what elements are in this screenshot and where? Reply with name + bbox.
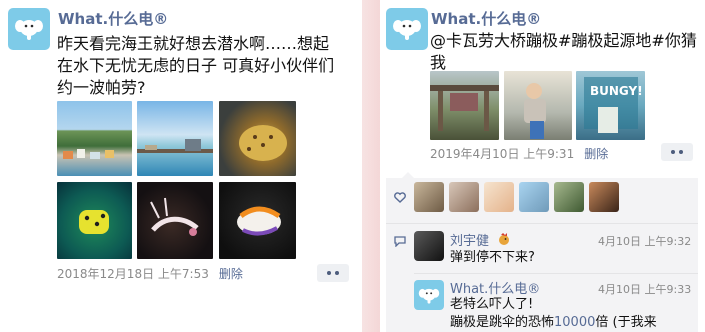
heart-icon bbox=[394, 192, 406, 203]
island-town-thumb bbox=[63, 149, 114, 159]
post-meta: 2019年4月10日 上午9:31 删除 bbox=[430, 145, 608, 162]
comment-avatar[interactable] bbox=[414, 231, 444, 261]
comment-avatar[interactable] bbox=[414, 280, 444, 310]
like-avatar[interactable] bbox=[554, 182, 584, 212]
avatar[interactable] bbox=[8, 8, 50, 50]
comment-text-line2: 蹦极是跳伞的恐怖10000倍 (于我来 bbox=[450, 313, 657, 332]
username[interactable]: What.什么电® bbox=[431, 8, 541, 29]
post-timestamp: 2019年4月10日 上午9:31 bbox=[430, 147, 575, 161]
photo-bridge-bungy[interactable] bbox=[430, 71, 499, 140]
comment-text: 老特么吓人了! bbox=[450, 297, 534, 312]
beach-pier-thumb bbox=[137, 139, 213, 153]
shrimp-thumb bbox=[150, 197, 199, 236]
delete-link[interactable]: 删除 bbox=[584, 147, 608, 161]
pufferfish-thumb bbox=[239, 125, 287, 161]
comment-time: 4月10日 上午9:32 bbox=[598, 235, 692, 248]
like-avatar[interactable] bbox=[449, 182, 479, 212]
comment-time: 4月10日 上午9:33 bbox=[598, 283, 692, 296]
likes-comments-area: 刘宇健 4月10日 上午9:32 弹到停不下来? What.什么电® 4月10日… bbox=[386, 172, 698, 332]
delete-link[interactable]: 删除 bbox=[219, 267, 243, 281]
elephant-icon bbox=[418, 288, 440, 304]
photo-nudibranch[interactable] bbox=[219, 182, 296, 259]
moments-post-right: What.什么电® @卡瓦劳大桥蹦极#蹦极起源地#你猜我 怎么了? BUNGY!… bbox=[380, 0, 705, 332]
bungy-sign-text: BUNGY! bbox=[590, 84, 643, 98]
divider bbox=[386, 223, 698, 224]
nudibranch-thumb bbox=[237, 206, 281, 236]
like-avatar[interactable] bbox=[589, 182, 619, 212]
like-avatar[interactable] bbox=[519, 182, 549, 212]
username[interactable]: What.什么电® bbox=[58, 8, 168, 29]
photo-beach-pier[interactable] bbox=[137, 101, 213, 176]
photo-pufferfish[interactable] bbox=[219, 101, 296, 176]
comment-text: 弹到停不下来? bbox=[450, 250, 535, 265]
dot-icon bbox=[679, 150, 683, 154]
like-avatar[interactable] bbox=[414, 182, 444, 212]
post-timestamp: 2018年12月18日 上午7:53 bbox=[57, 267, 209, 281]
dot-icon bbox=[671, 150, 675, 154]
jumper-thumb bbox=[524, 83, 546, 139]
dot-icon bbox=[335, 271, 339, 275]
post-text: 昨天看完海王就好想去潜水啊……想起 在水下无忧无虑的日子 可真好小伙伴们 约一波… bbox=[57, 34, 335, 97]
bridge-thumb bbox=[430, 85, 499, 131]
avatar[interactable] bbox=[386, 8, 428, 50]
elephant-icon bbox=[15, 20, 43, 40]
like-avatar[interactable] bbox=[484, 182, 514, 212]
post-meta: 2018年12月18日 上午7:53 删除 bbox=[57, 265, 243, 282]
photo-island-town[interactable] bbox=[57, 101, 132, 176]
comment-text-part: 蹦极是跳伞的恐怖 bbox=[450, 315, 555, 330]
more-actions-button[interactable] bbox=[317, 264, 349, 282]
bungy-sign-thumb: BUNGY! bbox=[584, 77, 643, 133]
photo-bungy-sign[interactable]: BUNGY! bbox=[576, 71, 645, 140]
moments-post-left: What.什么电® 昨天看完海王就好想去潜水啊……想起 在水下无忧无虑的日子 可… bbox=[0, 0, 362, 332]
elephant-icon bbox=[393, 20, 421, 40]
photo-jumper-woman[interactable] bbox=[504, 71, 572, 140]
yellow-boxfish-thumb bbox=[79, 210, 109, 234]
dot-icon bbox=[327, 271, 331, 275]
comment-icon bbox=[394, 236, 406, 247]
divider bbox=[414, 273, 698, 274]
comment-author[interactable]: 刘宇健 bbox=[450, 230, 489, 249]
highlighted-number[interactable]: 10000 bbox=[554, 315, 595, 330]
rooster-emoji-icon bbox=[499, 233, 509, 245]
panel-separator bbox=[362, 0, 380, 332]
comment-text-part: 倍 (于我来 bbox=[595, 315, 657, 330]
more-actions-button[interactable] bbox=[661, 143, 693, 161]
photo-yellow-boxfish[interactable] bbox=[57, 182, 132, 259]
photo-shrimp[interactable] bbox=[137, 182, 213, 259]
